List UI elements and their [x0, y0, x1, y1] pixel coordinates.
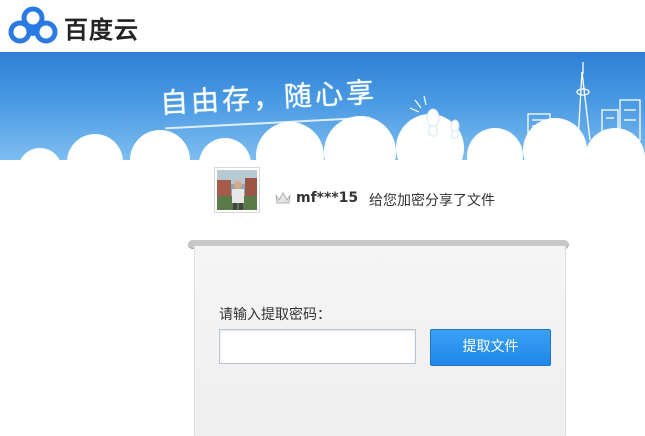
- baidu-cloud-logo-icon[interactable]: [8, 5, 58, 45]
- site-header: 百度云: [0, 0, 645, 52]
- brand-name[interactable]: 百度云: [64, 10, 139, 45]
- extract-card: 请输入提取密码： 提取文件: [194, 246, 566, 436]
- crown-icon: [275, 191, 291, 204]
- sharer-username[interactable]: mf***15: [296, 190, 358, 206]
- share-message: 给您加密分享了文件: [369, 193, 495, 209]
- banner: 自由存，随心享: [0, 52, 645, 170]
- extract-file-button[interactable]: 提取文件: [430, 329, 551, 366]
- user-avatar[interactable]: [214, 167, 260, 213]
- avatar-photo-icon: [217, 170, 257, 210]
- share-info: mf***15 给您加密分享了文件: [214, 167, 614, 217]
- password-input[interactable]: [219, 329, 416, 364]
- password-prompt: 请输入提取密码：: [219, 307, 331, 323]
